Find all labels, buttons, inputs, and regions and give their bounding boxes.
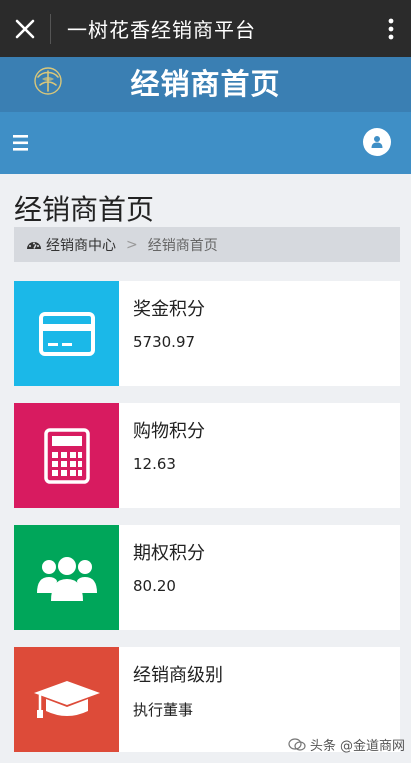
app-titlebar: 一树花香经销商平台 [0, 0, 411, 57]
breadcrumb: 经销商中心 > 经销商首页 [14, 227, 400, 262]
card-tile [14, 525, 119, 630]
breadcrumb-separator: > [126, 236, 138, 253]
brand-title: 经销商首页 [130, 67, 281, 101]
calculator-icon [43, 427, 90, 484]
hamburger-menu-icon[interactable] [12, 132, 34, 154]
card-value: 12.63 [133, 455, 176, 473]
card-label: 期权积分 [133, 543, 205, 564]
credit-card-icon [38, 311, 95, 356]
breadcrumb-current: 经销商首页 [147, 237, 218, 254]
card-value: 80.20 [133, 577, 176, 595]
window-title: 一树花香经销商平台 [67, 18, 256, 42]
card-label: 购物积分 [133, 421, 205, 442]
watermark: 头条 @金道商网 [288, 735, 405, 754]
page-title: 经销商首页 [14, 193, 155, 226]
user-icon [371, 136, 383, 148]
card-tile [14, 403, 119, 508]
watermark-text: 头条 @金道商网 [309, 739, 405, 754]
nav-bar [0, 112, 411, 174]
card-label: 经销商级别 [133, 665, 223, 686]
card-shopping-points[interactable]: 购物积分 12.63 [14, 403, 400, 508]
breadcrumb-home-link[interactable]: 经销商中心 [46, 235, 116, 255]
more-vertical-icon [388, 18, 394, 39]
users-icon [36, 556, 97, 601]
close-button[interactable] [0, 0, 50, 57]
card-option-points[interactable]: 期权积分 80.20 [14, 525, 400, 630]
card-tile [14, 647, 119, 752]
card-bonus-points[interactable]: 奖金积分 5730.97 [14, 281, 400, 386]
more-button[interactable] [371, 0, 411, 57]
card-label: 奖金积分 [133, 299, 205, 320]
chat-bubble-icon [288, 737, 306, 751]
user-profile-button[interactable] [363, 128, 391, 156]
close-icon [15, 19, 35, 38]
card-value: 5730.97 [133, 333, 196, 351]
titlebar-divider [50, 13, 51, 44]
graduation-cap-icon [33, 680, 100, 718]
brand-header: 经销商首页 [0, 57, 411, 112]
card-tile [14, 281, 119, 386]
card-value: 执行董事 [133, 701, 194, 719]
dashboard-icon [27, 241, 41, 249]
